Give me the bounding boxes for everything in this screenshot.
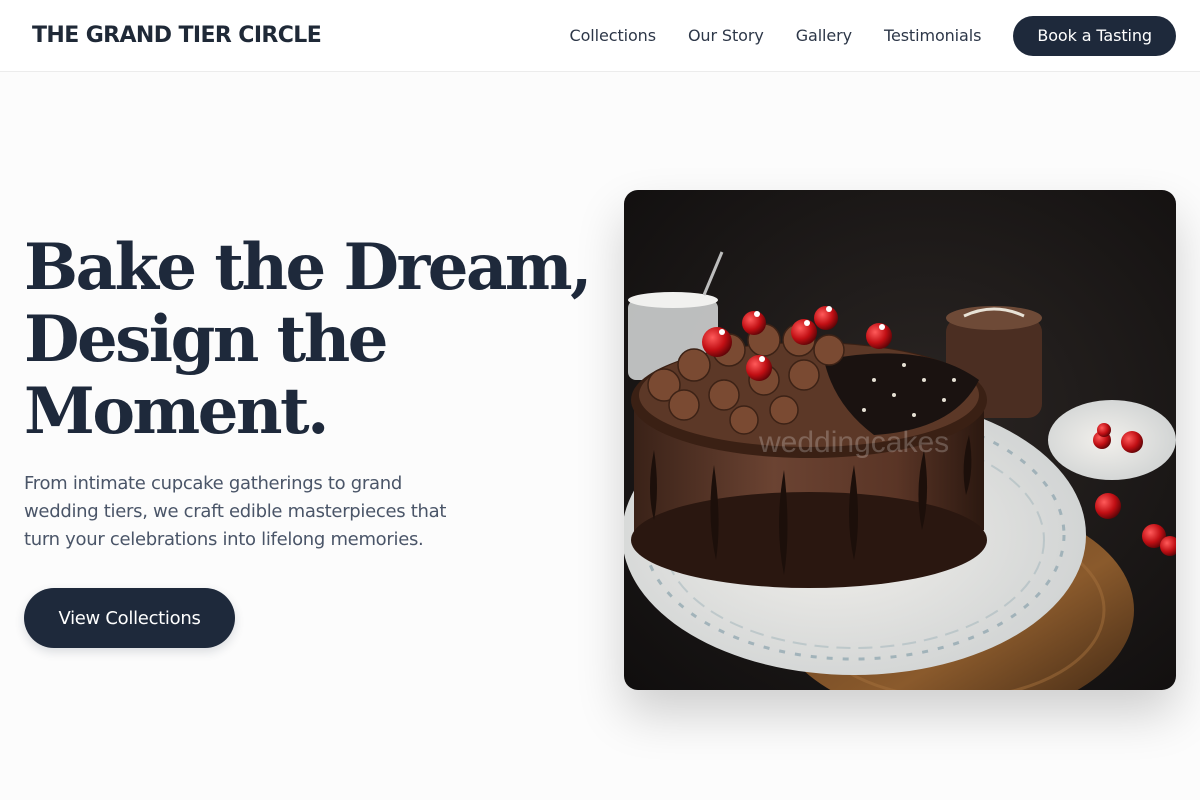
main-nav: Collections Our Story Gallery Testimonia… <box>570 15 1176 56</box>
nav-link-collections[interactable]: Collections <box>570 26 656 45</box>
headline-line-3: Moment. <box>24 374 329 449</box>
hero-headline: Bake the Dream, Design the Moment. <box>24 230 592 449</box>
hero-subtext: From intimate cupcake gatherings to gran… <box>24 473 447 550</box>
view-collections-button[interactable]: View Collections <box>24 588 235 648</box>
brand-logo[interactable]: THE GRAND TIER CIRCLE <box>32 23 322 48</box>
site-header: THE GRAND TIER CIRCLE Collections Our St… <box>0 0 1200 72</box>
hero-text: Bake the Dream, Design the Moment. From … <box>24 230 592 554</box>
headline-line-1: Bake the Dream, <box>24 230 592 305</box>
headline-line-2: Design the <box>24 302 388 377</box>
hero-cake-image: weddingcakes <box>624 190 1176 690</box>
nav-link-testimonials[interactable]: Testimonials <box>884 26 981 45</box>
nav-link-our-story[interactable]: Our Story <box>688 26 764 45</box>
image-watermark: weddingcakes <box>758 426 949 459</box>
nav-link-gallery[interactable]: Gallery <box>796 26 852 45</box>
book-tasting-button[interactable]: Book a Tasting <box>1013 15 1176 56</box>
